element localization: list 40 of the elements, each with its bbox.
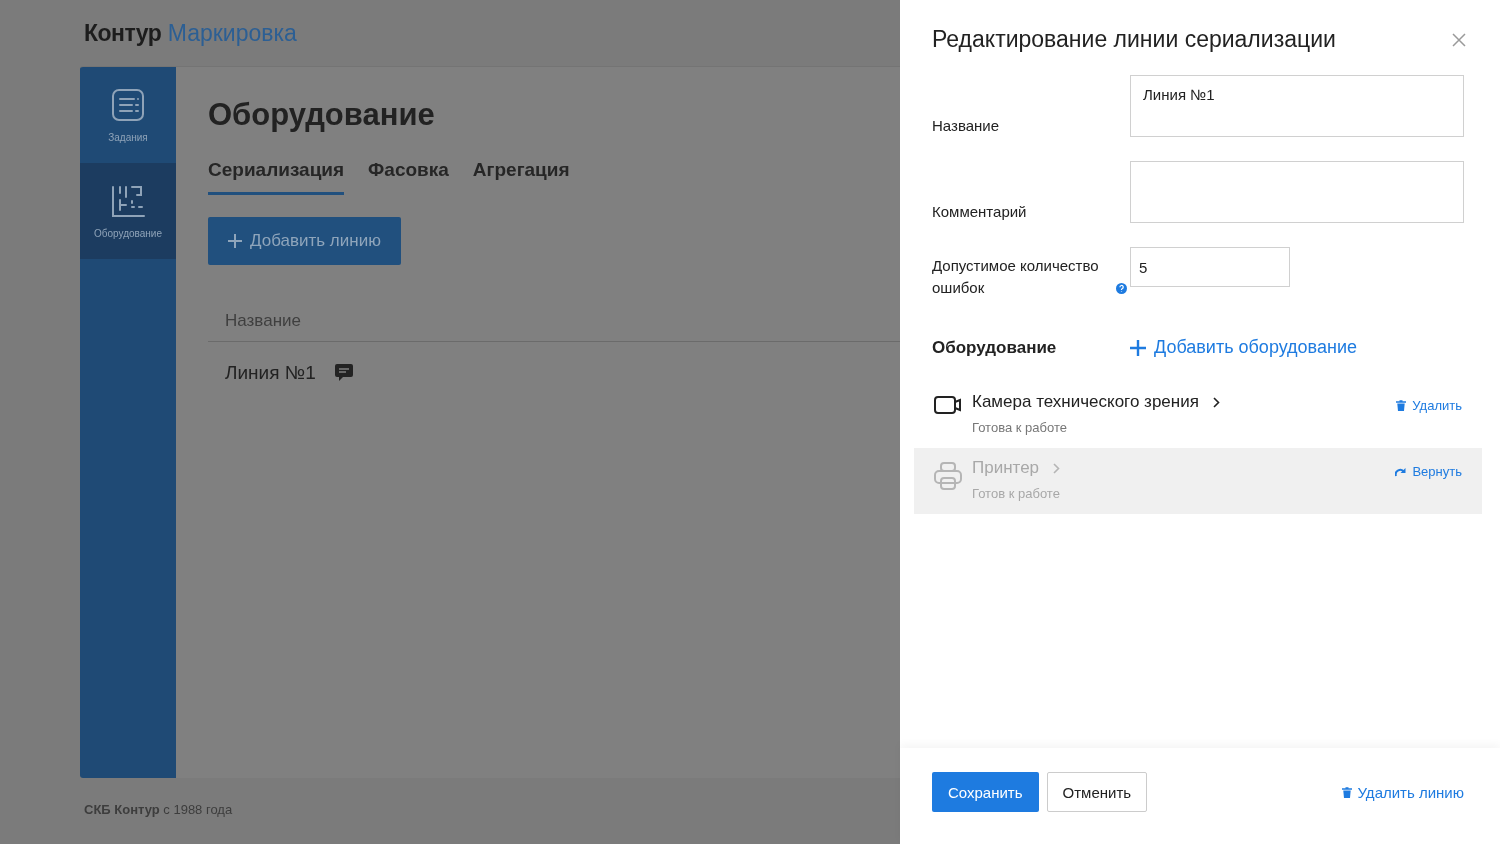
- number-field[interactable]: 5: [1130, 247, 1290, 287]
- redo-icon: [1395, 466, 1407, 477]
- restore-link[interactable]: Вернуть: [1395, 464, 1462, 479]
- barcode-icon: [111, 183, 145, 218]
- camera-icon: [934, 396, 962, 414]
- add-equipment-link[interactable]: Добавить оборудование: [1130, 337, 1357, 358]
- panel-title: Редактирование линии сериализации: [932, 26, 1336, 53]
- line-name[interactable]: Линия №1: [225, 362, 316, 384]
- plus-icon: [228, 234, 242, 248]
- close-icon[interactable]: [1452, 32, 1466, 47]
- list-icon: [111, 87, 145, 122]
- trash-icon: [1341, 786, 1352, 798]
- tab[interactable]: Фасовка: [368, 159, 449, 195]
- equipment-name[interactable]: Камера технического зрения: [972, 392, 1199, 412]
- field-label: Название: [932, 116, 1000, 136]
- field-label: Допустимое количество ошибок: [932, 256, 1100, 298]
- chevron-icon[interactable]: [1212, 396, 1220, 408]
- equipment-status: Готова к работе: [972, 420, 1068, 435]
- text-field[interactable]: Линия №1: [1130, 75, 1464, 137]
- sidebar-item[interactable]: Задания: [80, 67, 176, 163]
- section-title: Оборудование: [932, 337, 1058, 358]
- tab[interactable]: Сериализация: [208, 159, 345, 195]
- plus-icon: [1130, 339, 1146, 356]
- trash-icon: [1396, 400, 1407, 411]
- sidebar-item[interactable]: Оборудование: [80, 163, 176, 259]
- column-header: Название: [225, 311, 301, 330]
- tab[interactable]: Агрегация: [472, 159, 570, 195]
- field-label: Комментарий: [932, 202, 1027, 222]
- page-title: Оборудование: [208, 97, 435, 133]
- help-icon[interactable]: [1116, 283, 1127, 294]
- delete-link[interactable]: Удалить: [1396, 398, 1462, 413]
- logo[interactable]: Контур Маркировка: [84, 19, 297, 47]
- save-button[interactable]: Сохранить: [932, 772, 1039, 812]
- delete-line-link[interactable]: Удалить линию: [1341, 783, 1464, 801]
- equipment-status: Готов к работе: [972, 486, 1061, 501]
- footer-copyright: СКБ Контур с 1988 года: [83, 801, 234, 819]
- cancel-button[interactable]: Отменить: [1046, 772, 1148, 812]
- add-line-button[interactable]: Добавить линию: [208, 217, 401, 265]
- printer-icon: [934, 462, 962, 490]
- text-field[interactable]: [1130, 161, 1464, 223]
